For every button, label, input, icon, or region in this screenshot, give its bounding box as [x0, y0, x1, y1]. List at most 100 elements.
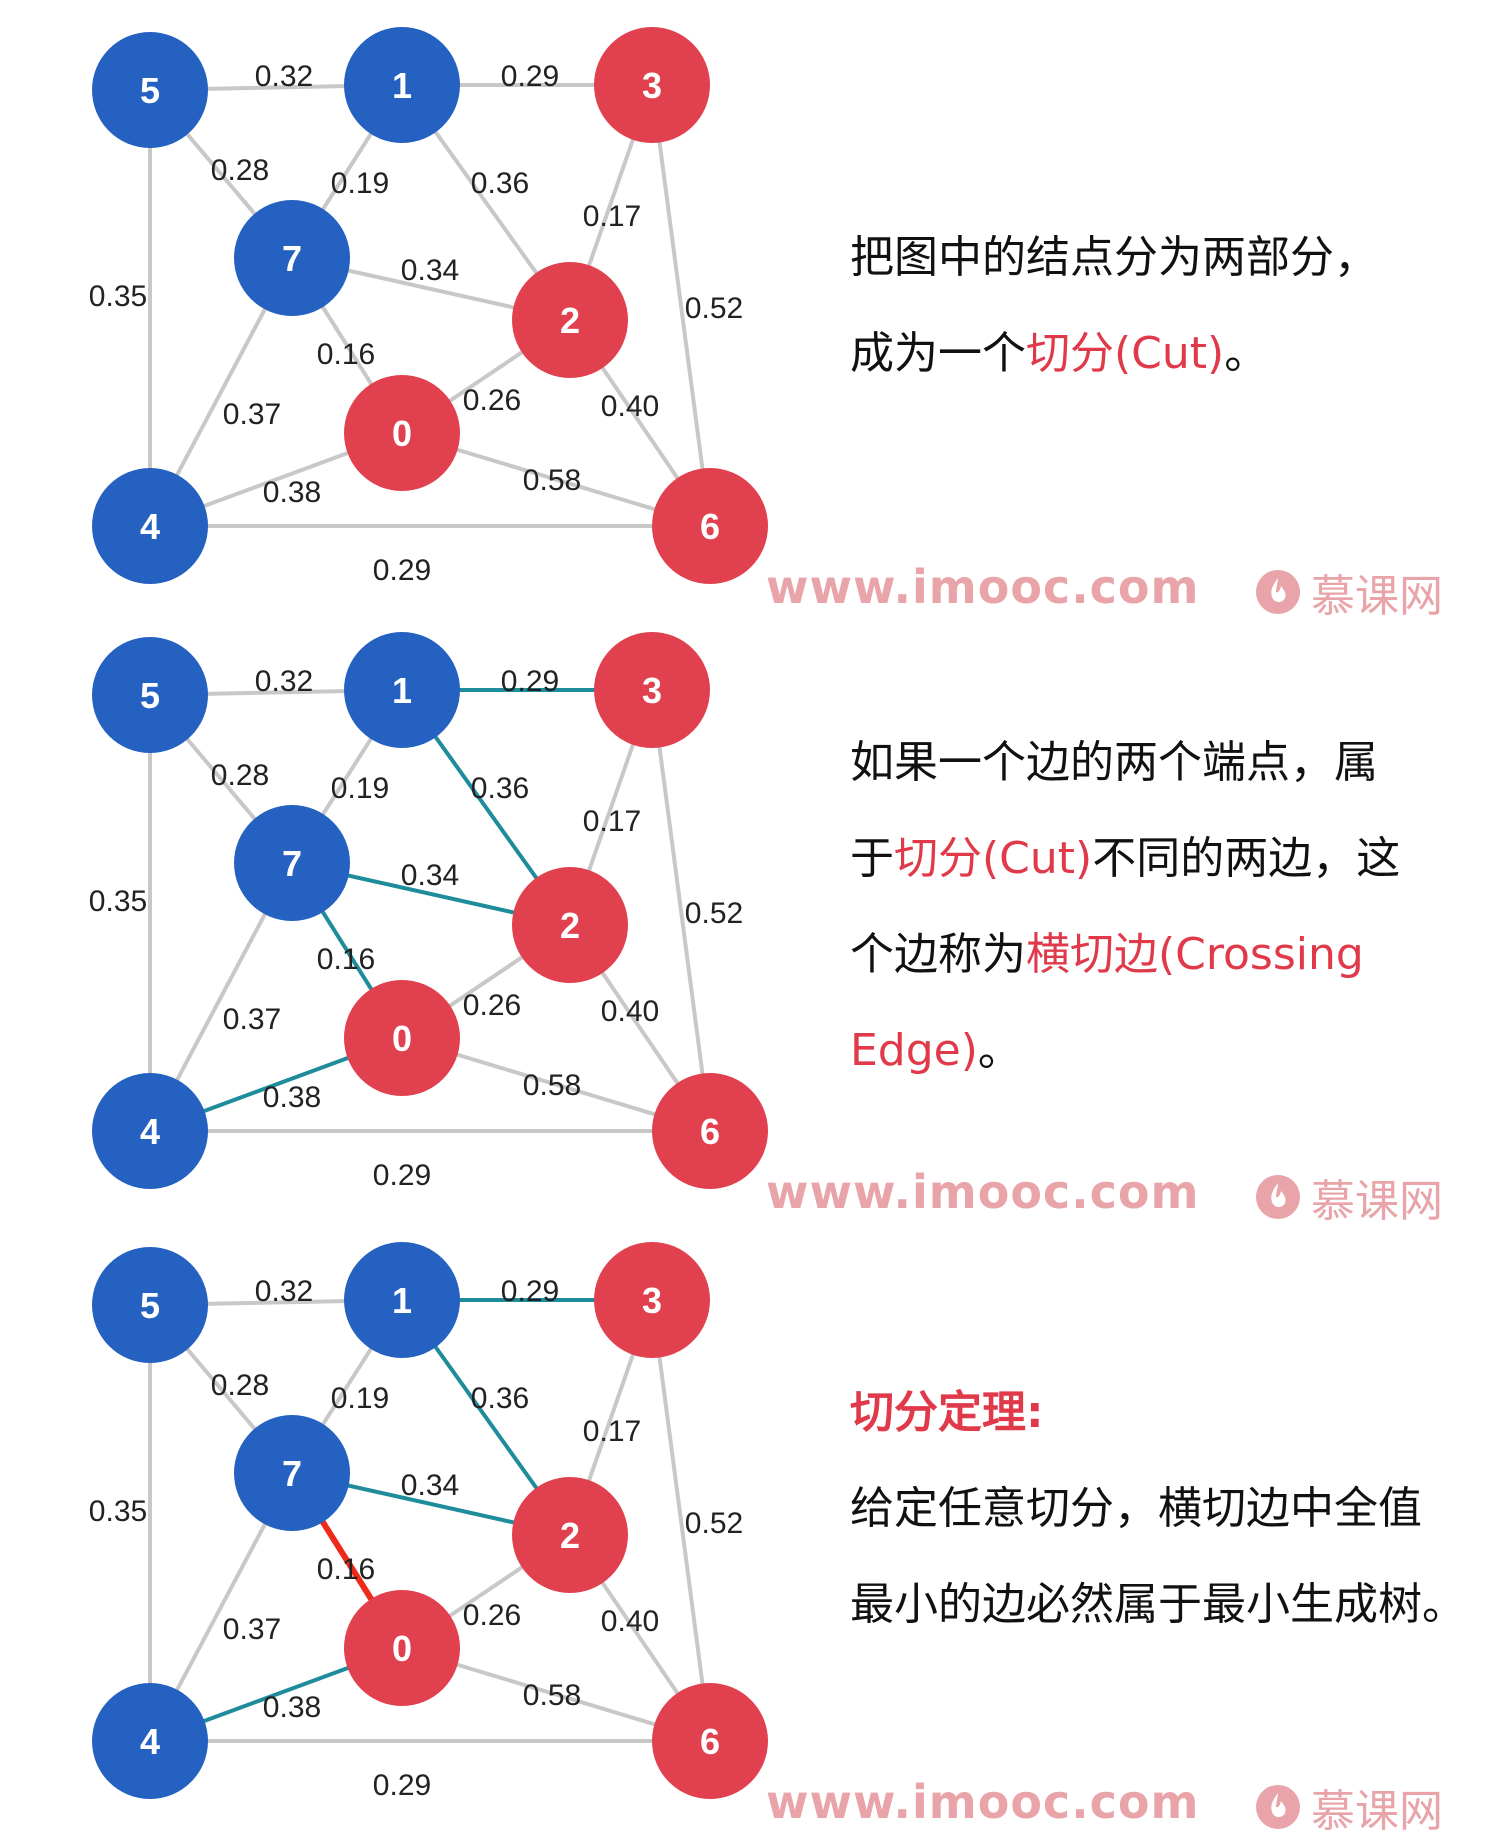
edge-weight-1-3: 0.29	[501, 60, 559, 93]
text-line: 成为一个切分(Cut)。	[850, 306, 1490, 402]
node-label-2: 2	[560, 1515, 580, 1556]
edge-weight-5-7: 0.28	[211, 1369, 269, 1402]
node-label-3: 3	[642, 65, 662, 106]
text-segment: 不同的两边，这	[1092, 833, 1401, 884]
edge-weight-0-2: 0.26	[463, 384, 521, 417]
node-label-2: 2	[560, 300, 580, 341]
edge-weight-5-4: 0.35	[89, 280, 147, 313]
diagram-panel-cut-theorem: 0.32 0.29 0.28 0.19 0.36 0.17 0.35 0.34 0.52 0.16…	[0, 1215, 1500, 1837]
highlighted-term: Edge)	[850, 1025, 978, 1076]
edge-weight-5-1: 0.32	[255, 665, 313, 698]
edge-weight-4-0: 0.38	[263, 1081, 321, 1114]
node-label-1: 1	[392, 670, 412, 711]
edge-weight-0-6: 0.58	[523, 464, 581, 497]
text-line: 把图中的结点分为两部分，	[850, 210, 1490, 306]
edge-weight-5-7: 0.28	[211, 154, 269, 187]
text-segment: 个边称为	[850, 929, 1026, 980]
edge-weight-7-0: 0.16	[317, 338, 375, 371]
watermark-url: www.imooc.com	[766, 1775, 1200, 1829]
text-line: 切分定理:	[850, 1365, 1490, 1461]
edge-weight-3-2: 0.17	[583, 200, 641, 233]
edge-weight-2-6: 0.40	[601, 995, 659, 1028]
edge-weight-5-1: 0.32	[255, 1275, 313, 1308]
text-line: 如果一个边的两个端点，属	[850, 715, 1490, 811]
graph-svg: 0.32 0.29 0.28 0.19 0.36 0.17 0.35 0.34 0.52 0.16…	[89, 27, 768, 587]
node-label-2: 2	[560, 905, 580, 946]
node-label-1: 1	[392, 65, 412, 106]
node-label-6: 6	[700, 506, 720, 547]
edge-weight-1-2: 0.36	[471, 167, 529, 200]
edge-weight-0-6: 0.58	[523, 1679, 581, 1712]
node-label-7: 7	[282, 843, 302, 884]
edge-weight-7-4: 0.37	[223, 1003, 281, 1036]
explanation-text: 切分定理: 给定任意切分，横切边中全值 最小的边必然属于最小生成树。	[850, 1365, 1490, 1653]
text-line: Edge)。	[850, 1003, 1490, 1099]
edge-weight-1-7: 0.19	[331, 167, 389, 200]
edge-weight-0-6: 0.58	[523, 1069, 581, 1102]
edge-weight-1-7: 0.19	[331, 772, 389, 805]
edge-weight-1-2: 0.36	[471, 772, 529, 805]
node-label-0: 0	[392, 413, 412, 454]
node-label-7: 7	[282, 238, 302, 279]
edge-weight-4-6: 0.29	[373, 1769, 431, 1802]
edge-weight-7-4: 0.37	[223, 1613, 281, 1646]
explanation-text: 把图中的结点分为两部分， 成为一个切分(Cut)。	[850, 210, 1490, 402]
text-segment: 把图中的结点分为两部分，	[850, 232, 1378, 283]
highlighted-term: 切分(Cut)	[894, 833, 1093, 884]
edge-weight-7-0: 0.16	[317, 943, 375, 976]
edge-weight-0-2: 0.26	[463, 989, 521, 1022]
flame-icon	[1256, 1785, 1300, 1829]
text-segment: 于	[850, 833, 894, 884]
text-line: 给定任意切分，横切边中全值	[850, 1461, 1490, 1557]
edge-weight-5-7: 0.28	[211, 759, 269, 792]
edge-weight-4-6: 0.29	[373, 554, 431, 587]
node-label-5: 5	[140, 1285, 160, 1326]
node-label-4: 4	[140, 1721, 160, 1762]
node-label-6: 6	[700, 1721, 720, 1762]
theorem-title: 切分定理:	[850, 1387, 1044, 1438]
flame-icon	[1256, 1175, 1300, 1219]
node-label-4: 4	[140, 506, 160, 547]
node-label-3: 3	[642, 670, 662, 711]
graph-svg: 0.32 0.29 0.28 0.19 0.36 0.17 0.35 0.34 0.52 0.16…	[89, 632, 768, 1192]
edge-weight-4-6: 0.29	[373, 1159, 431, 1192]
graph-svg: 0.32 0.29 0.28 0.19 0.36 0.17 0.35 0.34 0.52 0.16…	[89, 1242, 768, 1802]
node-label-7: 7	[282, 1453, 302, 1494]
edge-weight-1-3: 0.29	[501, 1275, 559, 1308]
edge-weight-1-7: 0.19	[331, 1382, 389, 1415]
edge-weight-3-2: 0.17	[583, 1415, 641, 1448]
text-line: 个边称为横切边(Crossing	[850, 907, 1490, 1003]
edge-weight-3-2: 0.17	[583, 805, 641, 838]
text-line: 最小的边必然属于最小生成树。	[850, 1557, 1490, 1653]
edge-weight-5-4: 0.35	[89, 1495, 147, 1528]
node-label-4: 4	[140, 1111, 160, 1152]
edge-weight-4-0: 0.38	[263, 476, 321, 509]
edge-weight-3-6: 0.52	[685, 897, 743, 930]
edge-weight-5-4: 0.35	[89, 885, 147, 918]
explanation-text: 如果一个边的两个端点，属 于切分(Cut)不同的两边，这 个边称为横切边(Cross…	[850, 715, 1490, 1099]
text-segment: 给定任意切分，横切边中全值	[850, 1483, 1422, 1534]
node-label-0: 0	[392, 1018, 412, 1059]
text-segment: 。	[1224, 328, 1269, 379]
text-segment: 成为一个	[850, 328, 1026, 379]
node-label-0: 0	[392, 1628, 412, 1669]
edge-weight-2-6: 0.40	[601, 390, 659, 423]
text-segment: 。	[977, 1025, 1022, 1076]
edge-weight-5-1: 0.32	[255, 60, 313, 93]
edge-weight-4-0: 0.38	[263, 1691, 321, 1724]
text-segment: 最小的边必然属于最小生成树。	[850, 1579, 1466, 1630]
diagram-panel-cut: 0.32 0.29 0.28 0.19 0.36 0.17 0.35 0.34 0.52 0.16…	[0, 0, 1500, 622]
diagram-panel-crossing-edge: 0.32 0.29 0.28 0.19 0.36 0.17 0.35 0.34 0.52 0.16…	[0, 605, 1500, 1227]
edge-weight-1-2: 0.36	[471, 1382, 529, 1415]
node-label-5: 5	[140, 675, 160, 716]
edge-weight-0-2: 0.26	[463, 1599, 521, 1632]
edge-weight-2-6: 0.40	[601, 1605, 659, 1638]
edge-weight-7-4: 0.37	[223, 398, 281, 431]
edge-weight-1-3: 0.29	[501, 665, 559, 698]
text-line: 于切分(Cut)不同的两边，这	[850, 811, 1490, 907]
edge-weight-7-2: 0.34	[401, 1469, 459, 1502]
node-label-3: 3	[642, 1280, 662, 1321]
node-label-6: 6	[700, 1111, 720, 1152]
edge-weight-7-0: 0.16	[317, 1553, 375, 1586]
edge-weight-3-6: 0.52	[685, 1507, 743, 1540]
